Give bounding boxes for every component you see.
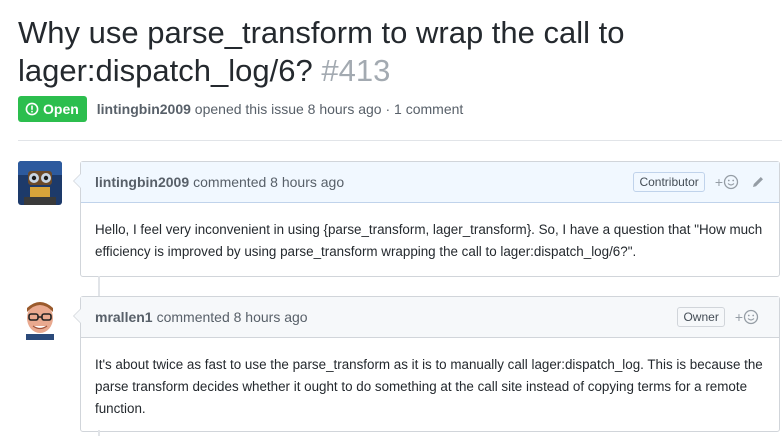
comment-body: It's about twice as fast to use the pars…: [95, 357, 763, 416]
comment-body: Hello, I feel very inconvenient in using…: [95, 222, 763, 259]
timeline-connector: [98, 276, 100, 296]
issue-number: #413: [321, 53, 391, 88]
add-reaction-plus: +: [714, 174, 723, 190]
avatar-image: [18, 161, 62, 205]
smiley-icon: [723, 174, 739, 190]
issue-meta: Open lintingbin2009 opened this issue 8 …: [18, 96, 463, 122]
contributor-badge: Contributor: [633, 172, 705, 192]
issue-opened-icon: [25, 102, 39, 116]
comment-timestamp[interactable]: commented 8 hours ago: [157, 309, 308, 325]
avatar[interactable]: [18, 296, 62, 340]
issue-opened-text: opened this issue 8 hours ago · 1 commen…: [194, 101, 464, 117]
add-reaction-button[interactable]: +: [715, 174, 739, 190]
header-divider: [18, 140, 782, 141]
status-badge-label: Open: [43, 101, 79, 117]
avatar-image: [18, 296, 62, 340]
comment-author-link[interactable]: lintingbin2009: [95, 174, 189, 190]
status-badge: Open: [18, 96, 87, 122]
comment-timestamp[interactable]: commented 8 hours ago: [193, 174, 344, 190]
add-reaction-plus: +: [734, 309, 743, 325]
issue-author-link[interactable]: lintingbin2009: [97, 101, 191, 117]
edit-comment-button[interactable]: [751, 175, 765, 189]
comment-header: lintingbin2009 commented 8 hours ago Con…: [81, 162, 779, 203]
comment-author-link[interactable]: mrallen1: [95, 309, 153, 325]
pencil-icon: [753, 177, 763, 187]
issue-title: Why use parse_transform to wrap the call…: [18, 14, 758, 90]
avatar[interactable]: [18, 161, 62, 205]
comment-card: mrallen1 commented 8 hours ago Owner + I…: [73, 296, 780, 432]
issue-meta-text: lintingbin2009 opened this issue 8 hours…: [97, 101, 464, 117]
owner-badge: Owner: [677, 307, 725, 327]
timeline-connector: [98, 430, 100, 436]
comment-card: lintingbin2009 commented 8 hours ago Con…: [73, 161, 780, 277]
smiley-icon: [743, 309, 759, 325]
add-reaction-button[interactable]: +: [735, 309, 759, 325]
comment-header: mrallen1 commented 8 hours ago Owner +: [81, 297, 779, 338]
